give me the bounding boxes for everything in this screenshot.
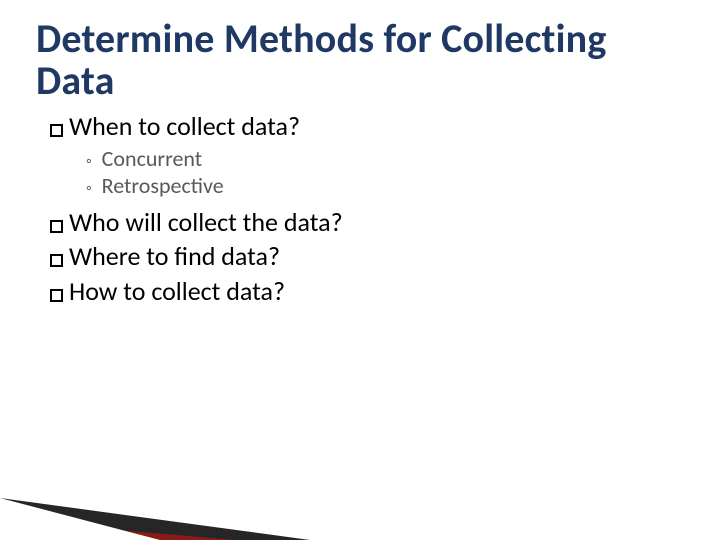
bullet-item: Where to find data?	[50, 240, 684, 273]
sub-bullet-text: Retrospective	[102, 172, 224, 200]
sub-bullet-item: ◦ Concurrent	[86, 145, 684, 173]
sub-bullet-marker-icon: ◦	[86, 179, 92, 199]
square-bullet-icon	[50, 220, 63, 233]
bullet-text: How to collect data?	[69, 275, 285, 308]
sub-bullet-item: ◦ Retrospective	[86, 172, 684, 200]
bullet-item: When to collect data?	[50, 110, 684, 143]
decorative-wedge-cut	[0, 498, 160, 540]
bullet-text: Who will collect the data?	[69, 206, 343, 239]
sub-bullet-list: ◦ Concurrent ◦ Retrospective	[86, 145, 684, 200]
square-bullet-icon	[50, 254, 63, 267]
slide-body: When to collect data? ◦ Concurrent ◦ Ret…	[36, 110, 684, 307]
square-bullet-icon	[50, 124, 63, 137]
bullet-item: Who will collect the data?	[50, 206, 684, 239]
slide-title: Determine Methods for Collecting Data	[36, 18, 684, 102]
square-bullet-icon	[50, 289, 63, 302]
sub-bullet-text: Concurrent	[102, 145, 202, 173]
bullet-text: Where to find data?	[69, 240, 280, 273]
slide: Determine Methods for Collecting Data Wh…	[0, 0, 720, 540]
bullet-item: How to collect data?	[50, 275, 684, 308]
bullet-text: When to collect data?	[69, 110, 300, 143]
sub-bullet-marker-icon: ◦	[86, 152, 92, 172]
